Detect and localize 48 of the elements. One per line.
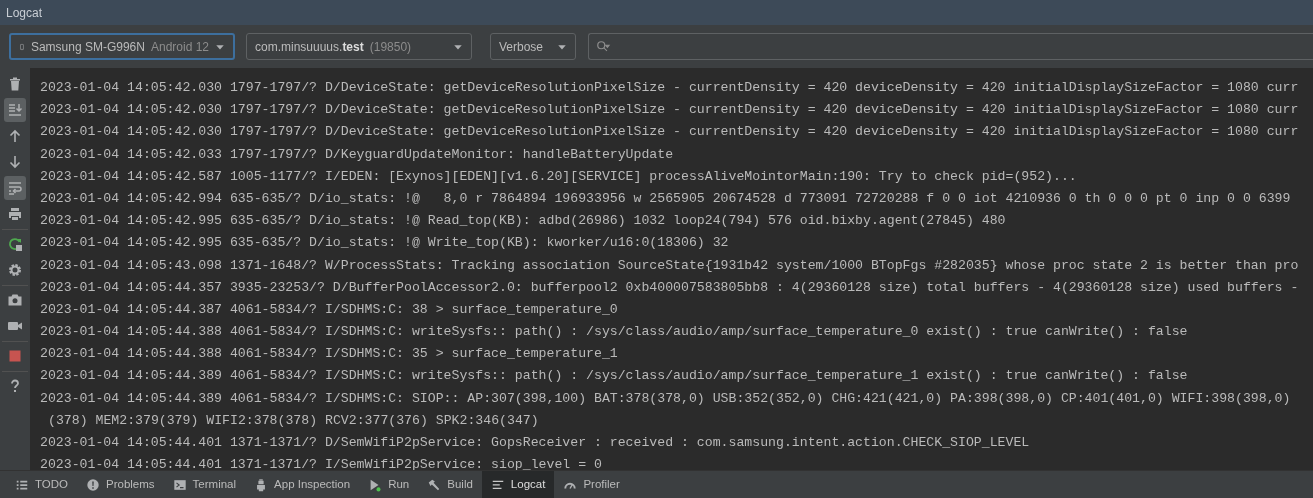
log-line: 2023-01-04 14:05:42.033 1797-1797/? D/KeyguardUpdateMonitor: handleBatteryUpdate	[40, 146, 674, 163]
search-field[interactable]	[588, 33, 1313, 60]
run-icon	[368, 477, 383, 492]
log-line: 2023-01-04 14:05:43.098 1371-1648/? W/ProcessStats: Tracking association SourceState{1931b42 system/1000 BTopFgs #282035} whose proc state 2 is better than pro	[40, 257, 1299, 274]
tool-window-tab[interactable]: Profiler	[554, 471, 629, 498]
terminal-icon	[172, 477, 187, 492]
log-line: 2023-01-04 14:05:42.030 1797-1797/? D/DeviceState: getDeviceResolutionPixelSize - currentDensity = 420 deviceDensity = 420 initialDisplaySizeFactor = 1080 curr	[40, 124, 1299, 141]
log-line: 2023-01-04 14:05:44.357 3935-23253/? D/BufferPoolAccessor2.0: bufferpool2 0xb400007583805bb8 : 4(29360128 size) total buffers - 4(29360128 size) used buffers -	[40, 279, 1299, 296]
tool-window-tab[interactable]: Build	[418, 471, 482, 498]
log-line: 2023-01-04 14:05:42.030 1797-1797/? D/DeviceState: getDeviceResolutionPixelSize - currentDensity = 420 deviceDensity = 420 initialDisplaySizeFactor = 1080 curr	[40, 102, 1299, 119]
trash-icon	[7, 76, 23, 92]
log-line: 2023-01-04 14:05:42.995 635-635/? D/io_stats: !@ Read_top(KB): adbd(26986) 1032 loop24(794) 576 oid.bixby.agent(27845) 480	[40, 213, 1006, 230]
log-line: 2023-01-04 14:05:44.388 4061-5834/? I/SDHMS:C: 35 > surface_temperature_1	[40, 346, 618, 363]
search-icon	[595, 39, 611, 54]
hammer-icon	[427, 477, 442, 492]
panel-title: Logcat	[6, 6, 43, 19]
soft-wrap-button[interactable]	[4, 176, 26, 200]
log-line: (378) MEM2:379(379) WIFI2:378(378) RCV2:377(376) SPK2:346(347)	[47, 412, 539, 429]
log-line: 2023-01-04 14:05:44.401 1371-1371/? D/SemWifiP2pService: GopsReceiver : received : com.samsung.intent.action.CHECK_SIOP_LEVEL	[40, 435, 1030, 451]
settings-icon	[7, 262, 23, 278]
log-line: 2023-01-04 14:05:42.994 635-635/? D/io_stats: !@ 8,0 r 7864894 196933956 w 2565905 20674528 d 773091 72720288 f 0 0 iot 4210936 0 th 0 0 0 pt 0 inp 0 0 6399	[40, 190, 1291, 207]
restart-icon	[7, 236, 23, 252]
log-line: 2023-01-04 14:05:44.389 4061-5834/? I/SDHMS:C: SIOP:: AP:307(398,100) BAT:378(378,0) USB:352(352,0) CHG:421(421,0) PA:398(398,0) CP:401(401,0) WIFI:398(398,0)	[40, 390, 1291, 407]
log-line: 2023-01-04 14:05:44.388 4061-5834/? I/SDHMS:C: writeSysfs:: path() : /sys/class/audio/amp/surface_temperature_0 exist() : true canWrite() : false	[40, 324, 1188, 341]
tool-window-tab[interactable]: Run	[359, 471, 419, 498]
tool-window-tab[interactable]: TODO	[6, 471, 77, 498]
tool-window-tab[interactable]: Terminal	[163, 471, 246, 498]
log-line: 2023-01-04 14:05:44.401 1371-1371/? I/SemWifiP2pService: siop_level = 0	[40, 457, 602, 470]
log-level-dropdown[interactable]: Verbose	[490, 33, 576, 60]
tool-window-tab[interactable]: App Inspection	[245, 471, 360, 498]
stop-icon	[7, 348, 23, 364]
scroll-to-end-icon	[7, 102, 23, 118]
tool-window-tab[interactable]: Logcat	[481, 471, 555, 498]
log-line: 2023-01-04 14:05:44.389 4061-5834/? I/SDHMS:C: writeSysfs:: path() : /sys/class/audio/amp/surface_temperature_1 exist() : true canWrite() : false	[40, 368, 1188, 385]
log-line: 2023-01-04 14:05:42.995 635-635/? D/io_stats: !@ Write_top(KB): kworker/u16:0(18306) 32	[40, 235, 729, 252]
scroll-to-end-button[interactable]	[4, 98, 26, 122]
device-dropdown[interactable]: Samsung SM-G996N Android 12	[9, 33, 235, 60]
printer-icon	[7, 206, 23, 222]
process-dropdown[interactable]: com.minsuuuus.test (19850)	[246, 33, 472, 60]
arrow-up-icon	[7, 128, 23, 144]
soft-wrap-icon	[7, 180, 23, 196]
arrow-down-icon	[7, 154, 23, 170]
exclamation-icon	[86, 477, 100, 492]
log-line: 2023-01-04 14:05:42.587 1005-1177/? I/EDEN: [Exynos][EDEN][v1.6.20][SERVICE] processAliveMointorMain:190: Try to check pid=(952)...	[40, 168, 1077, 185]
tool-window-tab[interactable]: Problems	[77, 471, 164, 498]
camera-icon	[7, 292, 23, 308]
log-line: 2023-01-04 14:05:44.387 4061-5834/? I/SDHMS:C: 38 > surface_temperature_0	[40, 301, 618, 318]
log-line: 2023-01-04 14:05:42.030 1797-1797/? D/DeviceState: getDeviceResolutionPixelSize - currentDensity = 420 deviceDensity = 420 initialDisplaySizeFactor = 1080 curr	[40, 80, 1299, 96]
